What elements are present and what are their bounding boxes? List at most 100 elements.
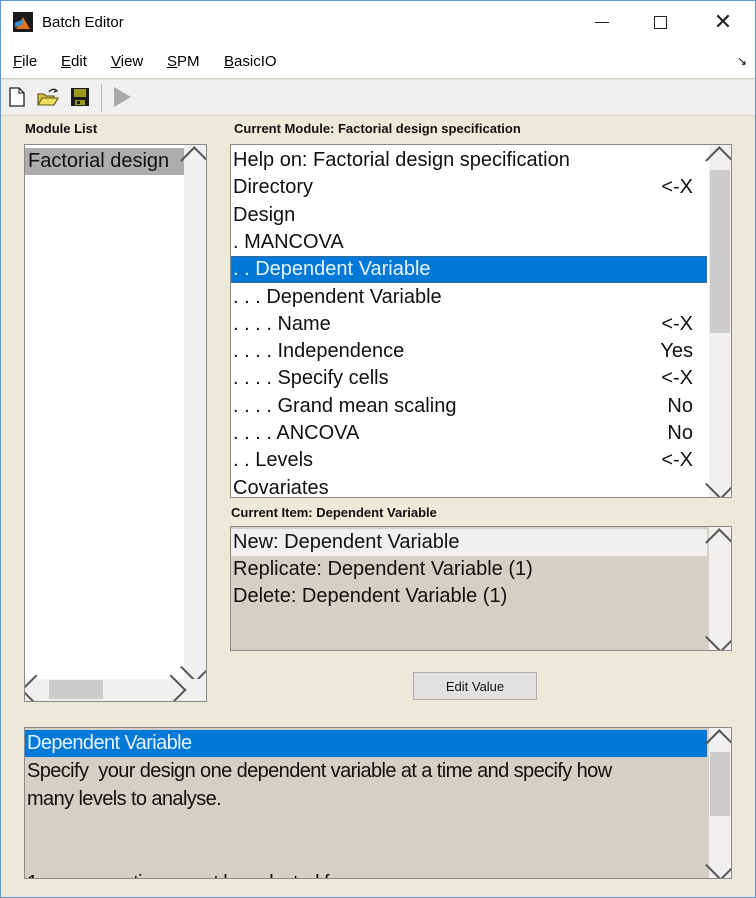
matlab-logo-icon (13, 12, 33, 32)
module-list-label: Module List (25, 121, 98, 136)
scroll-up-button[interactable] (705, 528, 731, 558)
module-tree-row[interactable]: . . . . Grand mean scaling No (231, 393, 707, 420)
row-label: Covariates (233, 476, 329, 498)
row-label: Design (233, 203, 296, 226)
menu-label: iew (120, 53, 144, 70)
menu-label: asicIO (234, 53, 277, 70)
scroll-down-button[interactable] (705, 851, 731, 878)
run-button[interactable] (111, 86, 133, 108)
item-option-delete[interactable]: Delete: Dependent Variable (1) (231, 583, 707, 610)
module-list[interactable]: Factorial design (24, 144, 207, 702)
item-option-replicate[interactable]: Replicate: Dependent Variable (1) (231, 556, 707, 583)
close-icon: ✕ (713, 9, 733, 34)
row-value: Yes (660, 340, 693, 363)
menu-basicio[interactable]: BasicIO (224, 53, 277, 70)
module-tree-row[interactable]: . . Levels <-X (231, 447, 707, 474)
module-list-vscrollbar[interactable] (180, 145, 206, 683)
scroll-right-button[interactable] (155, 674, 187, 701)
maximize-icon (653, 15, 667, 29)
current-item-vscrollbar[interactable] (705, 527, 731, 650)
row-label: . . . . Grand mean scaling (233, 394, 457, 417)
item-option-new[interactable]: New: Dependent Variable (231, 529, 707, 556)
current-module-vscrollbar[interactable] (705, 145, 731, 497)
row-label: . . Dependent Variable (233, 258, 431, 281)
module-tree-row[interactable]: . . . . Name <-X (231, 311, 707, 338)
help-title: Dependent Variable (25, 730, 707, 757)
scroll-down-button[interactable] (705, 623, 731, 650)
chevron-down-icon (705, 623, 731, 650)
module-tree-row[interactable]: Design (231, 202, 707, 229)
maximize-button[interactable] (630, 1, 690, 43)
chevron-right-icon (155, 674, 187, 701)
help-panel[interactable]: Dependent Variable Specify your design o… (24, 727, 732, 879)
row-value: No (667, 422, 693, 444)
scroll-up-button[interactable] (180, 146, 206, 176)
window-title: Batch Editor (42, 14, 124, 31)
row-label: Help on: Factorial design specification (233, 149, 570, 171)
title-bar: Batch Editor ✕ (1, 1, 755, 43)
chevron-down-icon (705, 470, 731, 497)
minimize-button[interactable] (572, 1, 632, 43)
menu-edit[interactable]: Edit (61, 53, 87, 70)
row-label: . . . . ANCOVA (233, 422, 360, 444)
dock-arrow-icon[interactable]: ↘ (737, 54, 747, 68)
open-folder-button[interactable] (36, 86, 59, 108)
run-play-icon (114, 87, 131, 107)
menu-label: dit (71, 53, 87, 70)
current-module-list[interactable]: Help on: Factorial design specification D… (230, 144, 732, 498)
scroll-left-button[interactable] (25, 674, 52, 701)
chevron-up-icon (180, 146, 206, 176)
row-value: <-X (661, 367, 693, 390)
help-body-text: Specify your design one dependent variab… (27, 760, 612, 878)
module-tree-row[interactable]: . . . . Specify cells <-X (231, 365, 707, 392)
menu-file[interactable]: File (13, 53, 37, 70)
scroll-down-button[interactable] (705, 470, 731, 497)
chevron-down-icon (705, 851, 731, 878)
save-button[interactable] (69, 86, 91, 108)
row-value: <-X (661, 312, 693, 335)
chevron-left-icon (25, 674, 52, 701)
menu-mnemonic: V (111, 53, 121, 70)
menu-spm[interactable]: SPM (167, 53, 200, 70)
current-module-label: Current Module: Factorial design specifi… (234, 121, 521, 136)
help-vscrollbar[interactable] (705, 728, 731, 878)
scroll-down-button[interactable] (180, 653, 206, 683)
row-value: <-X (661, 449, 693, 472)
vscroll-thumb[interactable] (710, 752, 730, 816)
row-value: No (667, 394, 693, 417)
row-label: . . . . Name (233, 312, 331, 335)
new-file-button[interactable] (7, 86, 29, 108)
menu-label: ile (22, 53, 38, 70)
menu-view[interactable]: View (111, 53, 143, 70)
module-tree-row[interactable]: . MANCOVA (231, 229, 707, 256)
vscroll-thumb[interactable] (710, 170, 730, 333)
menu-mnemonic: S (167, 53, 178, 70)
module-tree-row[interactable]: . . . . ANCOVA No (231, 420, 707, 447)
module-list-hscrollbar[interactable] (25, 674, 206, 701)
new-file-icon (9, 87, 25, 107)
hscroll-thumb[interactable] (49, 680, 103, 699)
scroll-up-button[interactable] (705, 729, 731, 759)
module-tree-row[interactable]: . . Dependent Variable (231, 256, 707, 284)
module-tree-row[interactable]: Covariates (231, 475, 707, 498)
batch-editor-window: Batch Editor ✕ File Edit View SPM BasicI… (0, 0, 756, 898)
open-folder-icon (37, 88, 59, 106)
row-label: . . Levels (233, 449, 314, 472)
edit-value-button[interactable]: Edit Value (413, 672, 537, 700)
row-label: . . . . Independence (233, 340, 405, 363)
current-item-list[interactable]: New: Dependent Variable Replicate: Depen… (230, 526, 732, 651)
close-button[interactable]: ✕ (693, 1, 753, 43)
save-icon (71, 88, 89, 106)
module-tree-row[interactable]: Directory <-X (231, 174, 707, 201)
module-tree-row[interactable]: . . . Dependent Variable (231, 284, 707, 311)
menu-mnemonic: E (61, 53, 72, 70)
module-tree-row[interactable]: Help on: Factorial design specification (231, 147, 707, 174)
minimize-icon (595, 21, 609, 23)
row-label: . MANCOVA (233, 230, 344, 253)
row-label: . . . Dependent Variable (233, 285, 442, 308)
chevron-up-icon (705, 528, 731, 558)
module-list-item[interactable]: Factorial design (25, 148, 184, 175)
scroll-up-button[interactable] (705, 146, 731, 176)
row-value: <-X (661, 176, 693, 199)
module-tree-row[interactable]: . . . . Independence Yes (231, 338, 707, 365)
